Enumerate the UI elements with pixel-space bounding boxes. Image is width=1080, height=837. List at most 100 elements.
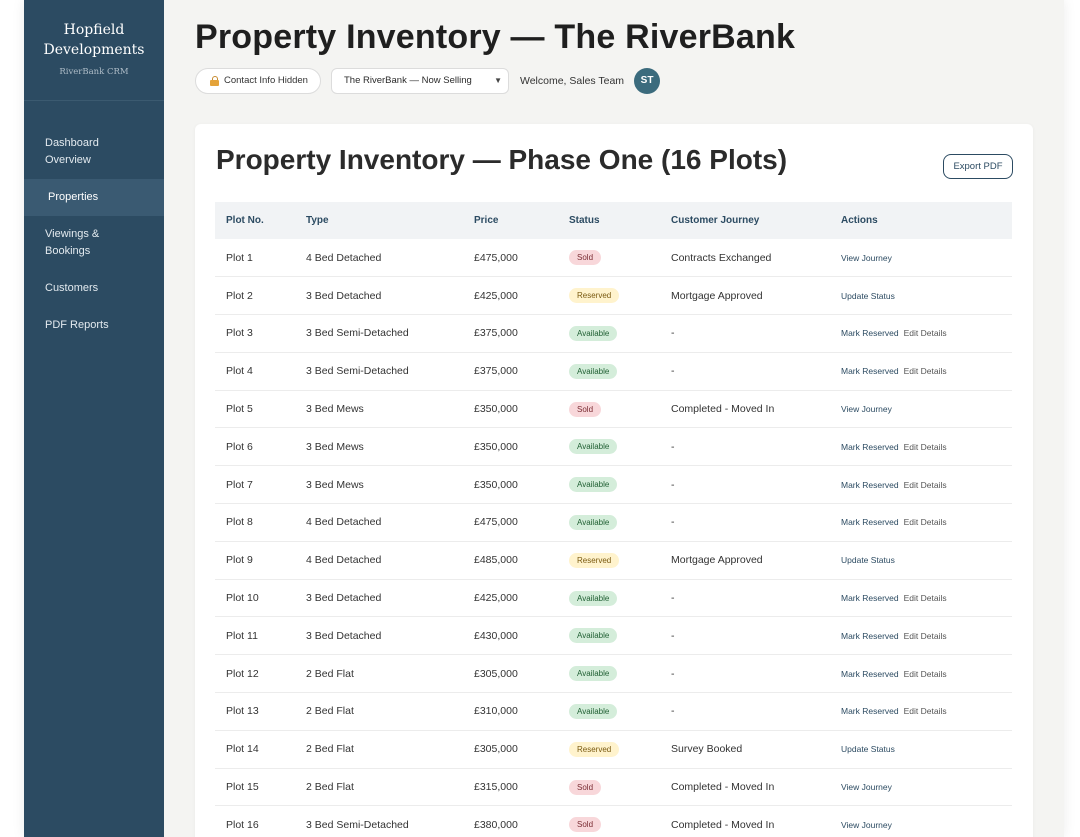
edit-details-link[interactable]: Edit Details [904,517,947,527]
actions-cell: Mark Reserved Edit Details [841,655,1012,693]
table-row: Plot 15 2 Bed Flat £315,000 Sold Completed -… [215,768,1012,806]
toolbar: Contact Info Hidden The RiverBank — Now … [195,67,661,94]
status-cell: Sold [569,390,671,428]
journey-cell: Contracts Exchanged [671,251,772,264]
table-row: Plot 9 4 Bed Detached £485,000 Reserved Mort… [215,541,1012,580]
update-status-link[interactable]: Update Status [841,291,895,301]
journey-cell: Completed - Moved In [671,781,775,794]
view-journey-link[interactable]: View Journey [841,404,892,414]
view-journey-link[interactable]: View Journey [841,820,892,830]
journey-cell: - [671,592,675,605]
type-cell: 3 Bed Semi-Detached [306,818,409,831]
column-header-plot: Plot No. [226,215,264,226]
update-status-link[interactable]: Update Status [841,555,895,565]
development-select[interactable]: The RiverBank — Now Selling ▼ [330,67,509,94]
lock-icon [210,75,219,86]
export-pdf-button[interactable]: Export PDF [943,154,1013,179]
table-body: Plot 1 4 Bed Detached £475,000 Sold Contract… [215,239,1012,837]
type-cell: 2 Bed Flat [306,781,354,794]
mark-reserved-link[interactable]: Mark Reserved [841,328,899,338]
type-cell: 3 Bed Mews [306,403,364,416]
table-row: Plot 8 4 Bed Detached £475,000 Available - Ma… [215,504,1012,542]
column-header-actions: Actions [841,215,878,226]
edit-details-link[interactable]: Edit Details [904,706,947,716]
column-header-status: Status [569,215,600,226]
price-cell: £425,000 [474,289,518,302]
edit-details-link[interactable]: Edit Details [904,669,947,679]
edit-details-link[interactable]: Edit Details [904,480,947,490]
journey-cell: Mortgage Approved [671,554,763,567]
mark-reserved-link[interactable]: Mark Reserved [841,631,899,641]
mark-reserved-link[interactable]: Mark Reserved [841,366,899,376]
status-cell: Reserved [569,277,671,315]
status-cell: Reserved [569,730,671,768]
actions-cell: Update Status [841,277,1012,315]
plot-cell: Plot 7 [226,478,253,491]
edit-details-link[interactable]: Edit Details [904,366,947,376]
plot-cell: Plot 13 [226,705,259,718]
journey-cell: - [671,365,675,378]
status-badge: Available [569,628,618,644]
actions-cell: Mark Reserved Edit Details [841,315,1012,353]
price-cell: £305,000 [474,743,518,756]
brand: Hopfield Developments RiverBank CRM [24,0,164,101]
mark-reserved-link[interactable]: Mark Reserved [841,593,899,603]
journey-cell: - [671,705,675,718]
card-title: Property Inventory — Phase One (16 Plots… [216,144,788,175]
contact-info-toggle[interactable]: Contact Info Hidden [195,67,321,94]
edit-details-link[interactable]: Edit Details [904,328,947,338]
journey-cell: - [671,440,675,453]
edit-details-link[interactable]: Edit Details [904,442,947,452]
status-badge: Sold [569,779,602,795]
plot-cell: Plot 12 [226,667,259,680]
type-cell: 2 Bed Flat [306,743,354,756]
edit-details-link[interactable]: Edit Details [904,631,947,641]
actions-cell: Mark Reserved Edit Details [841,428,1012,466]
sidebar-item-dashboard[interactable]: Dashboard Overview [24,125,164,179]
avatar[interactable]: ST [634,67,661,94]
column-header-journey: Customer Journey [671,215,760,226]
type-cell: 3 Bed Detached [306,629,382,642]
table-row: Plot 10 3 Bed Detached £425,000 Available - M… [215,579,1012,617]
view-journey-link[interactable]: View Journey [841,782,892,792]
app-window: Hopfield Developments RiverBank CRM Dash… [24,0,1064,837]
sidebar-item-properties[interactable]: Properties [24,179,164,216]
price-cell: £475,000 [474,251,518,264]
inventory-table: Plot No. Type Price Status Customer Jour… [215,202,1012,837]
status-cell: Reserved [569,541,671,579]
price-cell: £475,000 [474,516,518,529]
mark-reserved-link[interactable]: Mark Reserved [841,669,899,679]
sidebar-item-customers[interactable]: Customers [24,270,164,307]
sidebar-item-pdf-reports[interactable]: PDF Reports [24,307,164,344]
view-journey-link[interactable]: View Journey [841,253,892,263]
status-cell: Sold [569,806,671,837]
edit-details-link[interactable]: Edit Details [904,593,947,603]
price-cell: £350,000 [474,403,518,416]
actions-cell: Mark Reserved Edit Details [841,504,1012,542]
mark-reserved-link[interactable]: Mark Reserved [841,517,899,527]
table-row: Plot 12 2 Bed Flat £305,000 Available - Mark … [215,655,1012,693]
plot-cell: Plot 10 [226,592,259,605]
plot-cell: Plot 11 [226,629,258,642]
plot-cell: Plot 9 [226,554,253,567]
mark-reserved-link[interactable]: Mark Reserved [841,706,899,716]
update-status-link[interactable]: Update Status [841,744,895,754]
plot-cell: Plot 5 [226,403,253,416]
table-row: Plot 7 3 Bed Mews £350,000 Available - Mark R… [215,466,1012,504]
status-cell: Available [569,617,671,655]
plot-cell: Plot 3 [226,327,253,340]
column-header-price: Price [474,215,499,226]
sidebar-item-viewings[interactable]: Viewings & Bookings [24,216,164,270]
status-cell: Sold [569,239,671,277]
welcome-text: Welcome, Sales Team [519,74,625,87]
status-badge: Available [569,703,618,719]
status-cell: Available [569,466,671,504]
actions-cell: View Journey [841,806,1012,837]
mark-reserved-link[interactable]: Mark Reserved [841,480,899,490]
type-cell: 4 Bed Detached [306,516,382,529]
status-cell: Available [569,315,671,353]
actions-cell: Update Status [841,541,1012,579]
type-cell: 3 Bed Detached [306,592,382,605]
mark-reserved-link[interactable]: Mark Reserved [841,442,899,452]
status-cell: Available [569,352,671,390]
